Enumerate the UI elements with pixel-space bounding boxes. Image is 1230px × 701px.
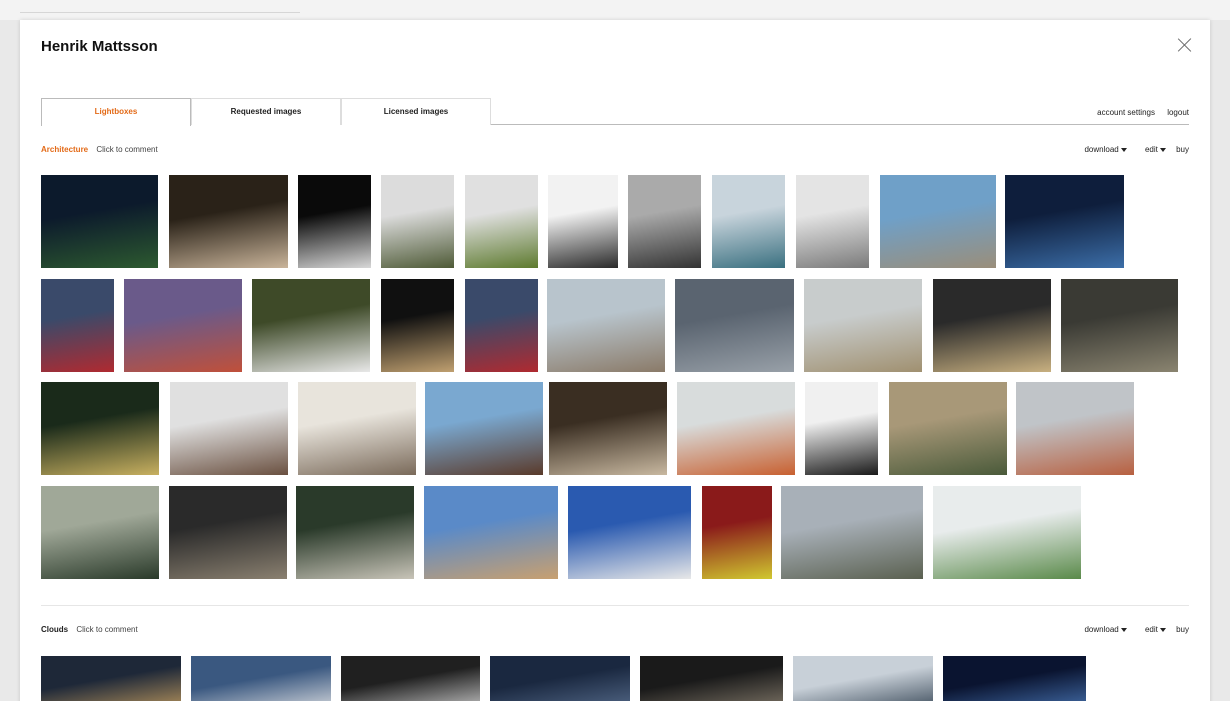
account-modal: Henrik Mattsson Lightboxes Requested ima… <box>20 20 1210 701</box>
caret-down-icon <box>1120 627 1127 632</box>
thumbnail-image[interactable] <box>640 656 783 701</box>
thumbnail-image[interactable] <box>1016 382 1134 475</box>
caret-down-icon <box>1120 147 1127 152</box>
buy-link[interactable]: buy <box>1176 625 1189 634</box>
logout-link[interactable]: logout <box>1167 108 1189 117</box>
thumbnail-image[interactable] <box>880 175 996 268</box>
thumbnail-image[interactable] <box>793 656 933 701</box>
close-icon[interactable] <box>1178 38 1192 52</box>
edit-menu[interactable]: edit <box>1137 625 1166 634</box>
thumbnail-image[interactable] <box>298 382 416 475</box>
buy-link[interactable]: buy <box>1176 145 1189 154</box>
thumbnail-image[interactable] <box>465 279 538 372</box>
thumbnail-image[interactable] <box>381 175 454 268</box>
edit-menu[interactable]: edit <box>1137 145 1166 154</box>
download-menu[interactable]: download <box>1076 145 1127 154</box>
thumbnail-image[interactable] <box>568 486 691 579</box>
thumbnail-image[interactable] <box>424 486 558 579</box>
lightbox-name[interactable]: Architecture <box>41 145 88 154</box>
tab-licensed-images[interactable]: Licensed images <box>341 98 491 125</box>
thumbnail-image[interactable] <box>41 656 181 701</box>
thumbnail-image[interactable] <box>170 382 288 475</box>
thumbnail-image[interactable] <box>804 279 922 372</box>
thumbnail-image[interactable] <box>425 382 543 475</box>
tab-lightboxes[interactable]: Lightboxes <box>41 98 191 126</box>
comment-link[interactable]: Click to comment <box>76 625 137 634</box>
thumbnail-image[interactable] <box>933 279 1051 372</box>
thumbnail-image[interactable] <box>547 279 665 372</box>
account-links: account settings logout <box>1087 108 1189 117</box>
thumbnail-image[interactable] <box>296 486 414 579</box>
caret-down-icon <box>1159 147 1166 152</box>
thumbnail-image[interactable] <box>677 382 795 475</box>
tab-requested-images[interactable]: Requested images <box>191 98 341 125</box>
lightbox-name[interactable]: Clouds <box>41 625 68 634</box>
download-menu[interactable]: download <box>1076 625 1127 634</box>
thumbnail-image[interactable] <box>675 279 794 372</box>
thumbnail-image[interactable] <box>490 656 630 701</box>
thumbnail-image[interactable] <box>1005 175 1124 268</box>
download-label: download <box>1084 145 1119 154</box>
lightbox-header-architecture: Architecture Click to comment download e… <box>41 145 1189 157</box>
thumbnail-image[interactable] <box>702 486 772 579</box>
user-name-title: Henrik Mattsson <box>41 38 158 55</box>
lightbox-actions: download edit buy <box>1068 145 1189 154</box>
thumbnail-image[interactable] <box>341 656 480 701</box>
caret-down-icon <box>1159 627 1166 632</box>
thumbnail-image[interactable] <box>298 175 371 268</box>
lightbox-actions: download edit buy <box>1068 625 1189 634</box>
thumbnail-image[interactable] <box>41 486 159 579</box>
thumbnail-image[interactable] <box>549 382 667 475</box>
thumbnail-image[interactable] <box>889 382 1007 475</box>
backdrop-divider <box>20 12 300 13</box>
thumbnail-image[interactable] <box>381 279 454 372</box>
thumbnail-image[interactable] <box>628 175 701 268</box>
thumbnail-image[interactable] <box>781 486 923 579</box>
thumbnail-image[interactable] <box>796 175 869 268</box>
thumbnail-image[interactable] <box>169 175 288 268</box>
backdrop-header <box>0 0 1230 20</box>
thumbnail-image[interactable] <box>805 382 878 475</box>
thumbnail-image[interactable] <box>41 175 158 268</box>
thumbnail-image[interactable] <box>252 279 370 372</box>
lightbox-header-clouds: Clouds Click to comment download edit bu… <box>41 625 1189 637</box>
thumbnail-image[interactable] <box>169 486 287 579</box>
edit-label: edit <box>1144 625 1158 634</box>
thumbnail-image[interactable] <box>943 656 1086 701</box>
account-settings-link[interactable]: account settings <box>1097 108 1155 117</box>
thumbnail-image[interactable] <box>124 279 242 372</box>
thumbnail-image[interactable] <box>933 486 1081 579</box>
thumbnail-image[interactable] <box>41 279 114 372</box>
edit-label: edit <box>1144 145 1158 154</box>
thumbnail-image[interactable] <box>465 175 538 268</box>
account-tabs: Lightboxes Requested images Licensed ima… <box>41 98 1189 126</box>
download-label: download <box>1084 625 1119 634</box>
comment-link[interactable]: Click to comment <box>96 145 157 154</box>
thumbnail-image[interactable] <box>712 175 785 268</box>
section-divider <box>41 605 1189 606</box>
thumbnail-image[interactable] <box>1061 279 1178 372</box>
thumbnail-image[interactable] <box>191 656 331 701</box>
thumbnail-image[interactable] <box>548 175 618 268</box>
thumbnail-image[interactable] <box>41 382 159 475</box>
